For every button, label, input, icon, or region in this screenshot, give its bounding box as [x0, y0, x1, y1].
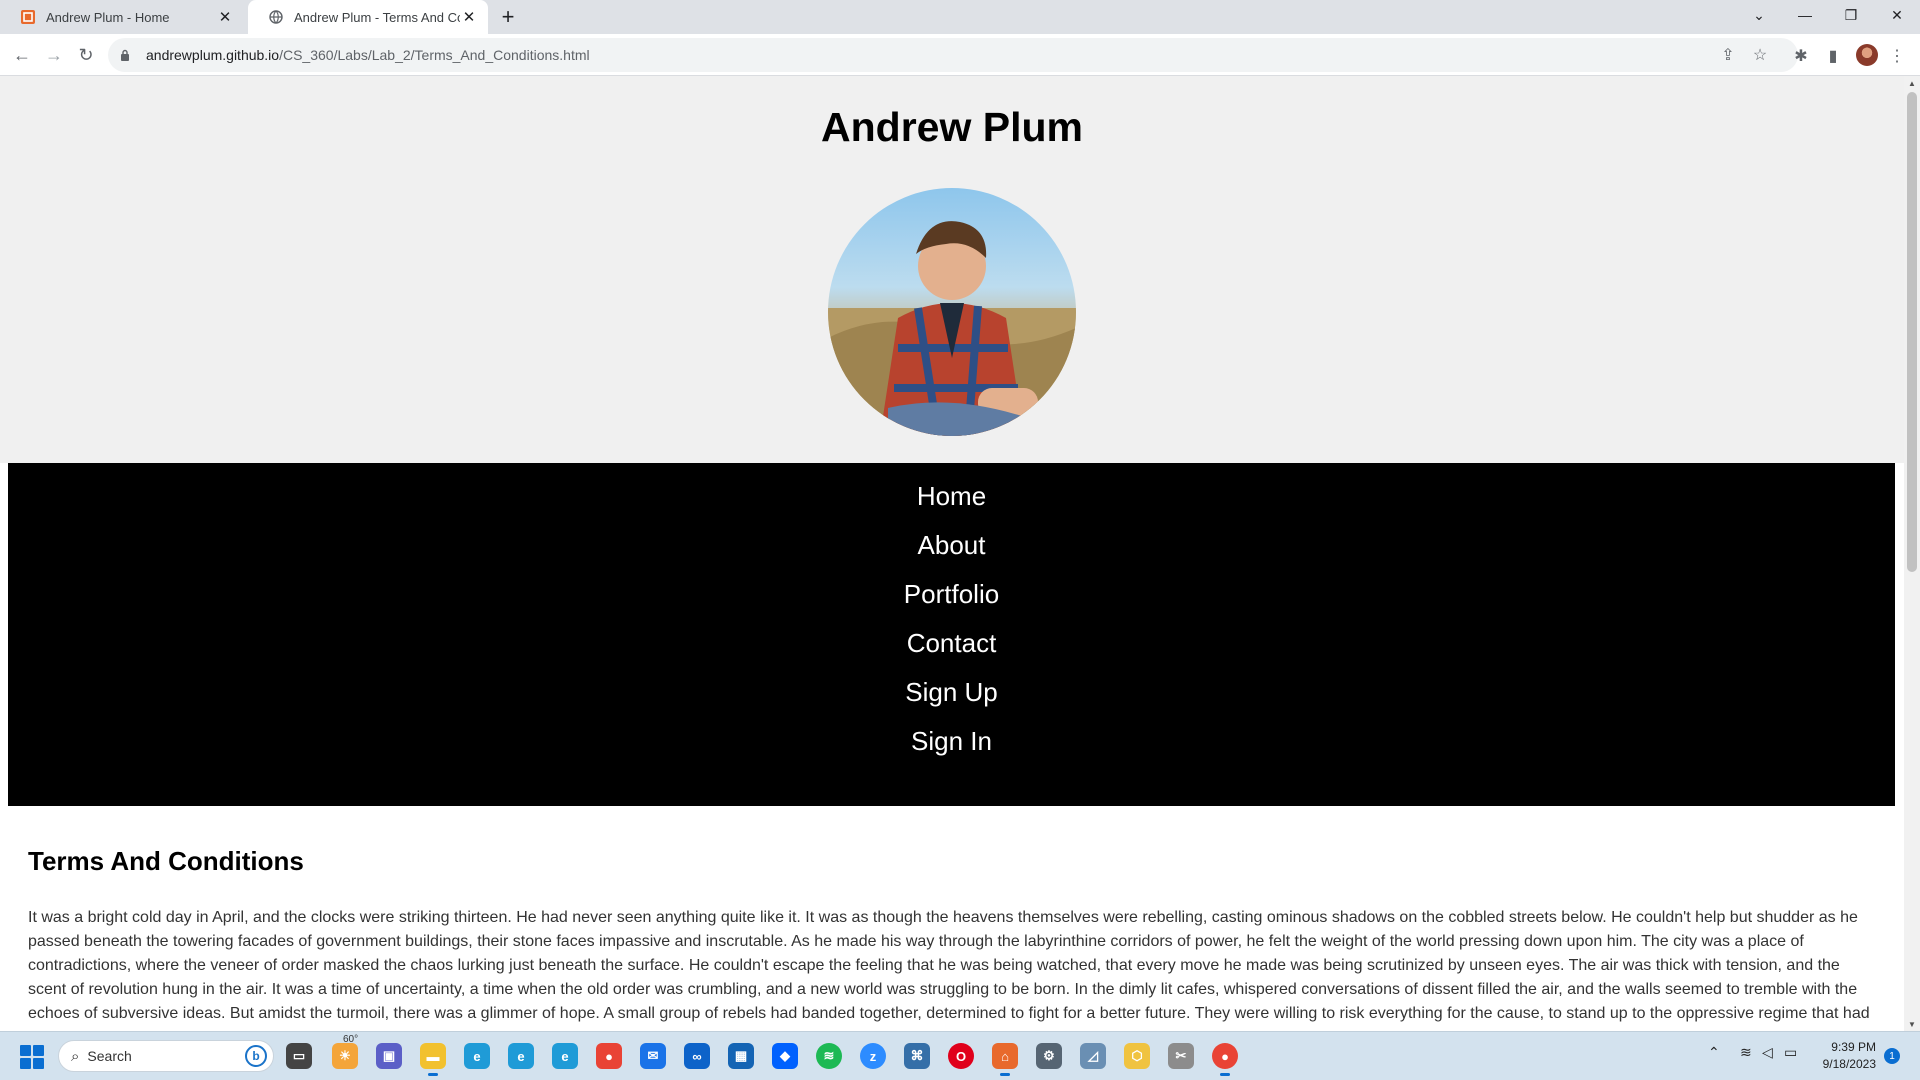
- settings-gear-icon[interactable]: ⚙: [1036, 1043, 1062, 1069]
- profile-photo: [828, 188, 1076, 436]
- terms-heading: Terms And Conditions: [28, 846, 304, 876]
- page-viewport: Andrew Plum Home About Portfolio Contact…: [0, 76, 1904, 1031]
- address-bar[interactable]: andrewplum.github.io/CS_360/Labs/Lab_2/T…: [108, 38, 1798, 72]
- clock-date: 9/18/2023: [1822, 1057, 1876, 1071]
- nav-contact[interactable]: Contact: [8, 628, 1895, 658]
- scroll-up-icon[interactable]: ▲: [1904, 76, 1920, 90]
- side-panel-icon[interactable]: ▮: [1822, 45, 1844, 67]
- search-icon: ⌕: [71, 1047, 80, 1065]
- nav-sign-in[interactable]: Sign In: [8, 726, 1895, 756]
- url-path: /CS_360/Labs/Lab_2/Terms_And_Conditions.…: [279, 47, 590, 63]
- teams-icon[interactable]: ▣: [376, 1043, 402, 1069]
- tab-title: Andrew Plum - Terms And Conditions: [294, 9, 460, 25]
- file-explorer-icon[interactable]: ▬: [420, 1043, 446, 1076]
- edge-dev-icon[interactable]: e: [552, 1043, 578, 1069]
- menu-kebab-icon[interactable]: ⋮: [1886, 45, 1908, 67]
- bookmark-star-icon[interactable]: ☆: [1748, 43, 1772, 67]
- opera-icon[interactable]: O: [948, 1043, 974, 1069]
- chevron-up-icon[interactable]: ⌃: [1708, 1044, 1720, 1061]
- html5-icon: [20, 9, 36, 25]
- globe-icon: [268, 9, 284, 25]
- visual-studio-icon[interactable]: ∞: [684, 1043, 710, 1069]
- edge-icon[interactable]: e: [464, 1043, 490, 1069]
- virtualbox-icon[interactable]: ⬡: [1124, 1043, 1150, 1069]
- battery-icon[interactable]: ▭: [1784, 1044, 1797, 1061]
- profile-avatar[interactable]: [1856, 44, 1878, 66]
- mail-icon[interactable]: ✉: [640, 1043, 666, 1069]
- site-title: Andrew Plum: [821, 104, 1083, 150]
- close-icon[interactable]: ✕: [216, 8, 234, 26]
- restore-icon[interactable]: ❐: [1828, 0, 1874, 30]
- system-clock[interactable]: 9:39 PM 9/18/2023: [1812, 1039, 1876, 1073]
- snipping-tool-icon[interactable]: ✂: [1168, 1043, 1194, 1069]
- terms-paragraph: It was a bright cold day in April, and t…: [28, 909, 1870, 1022]
- spotify-icon[interactable]: ≋: [816, 1043, 842, 1069]
- main-nav: Home About Portfolio Contact Sign Up Sig…: [8, 463, 1895, 806]
- browser-toolbar: ← → ↻ andrewplum.github.io/CS_360/Labs/L…: [0, 34, 1920, 76]
- chrome-active-icon[interactable]: ●: [1212, 1043, 1238, 1076]
- nav-home[interactable]: Home: [8, 481, 1895, 511]
- edge-beta-icon[interactable]: e: [508, 1043, 534, 1069]
- store-icon[interactable]: ▦: [728, 1043, 754, 1069]
- close-window-icon[interactable]: ✕: [1874, 0, 1920, 30]
- scroll-thumb[interactable]: [1907, 92, 1917, 572]
- chevron-down-icon[interactable]: ⌄: [1736, 0, 1782, 30]
- minimize-icon[interactable]: —: [1782, 0, 1828, 30]
- tab-title: Andrew Plum - Home: [46, 9, 170, 25]
- dropbox-icon[interactable]: ◆: [772, 1043, 798, 1069]
- reload-icon[interactable]: ↻: [72, 41, 100, 69]
- volume-icon[interactable]: ◁: [1762, 1044, 1773, 1061]
- forward-icon[interactable]: →: [40, 41, 68, 69]
- zoom-icon[interactable]: z: [860, 1043, 886, 1069]
- share-icon[interactable]: ⇪: [1716, 43, 1740, 67]
- extensions-icon[interactable]: ✱: [1790, 45, 1812, 67]
- site-header: Andrew Plum: [0, 76, 1904, 463]
- python-icon[interactable]: ⌘: [904, 1043, 930, 1069]
- chrome-icon[interactable]: ●: [596, 1043, 622, 1069]
- taskbar-search[interactable]: ⌕ Search b: [58, 1040, 274, 1072]
- weather-icon[interactable]: ☀: [332, 1043, 358, 1069]
- windows-start-icon[interactable]: [20, 1045, 44, 1069]
- performance-monitor-icon[interactable]: ◿: [1080, 1043, 1106, 1069]
- browser-tab-strip: Andrew Plum - Home ✕ Andrew Plum - Terms…: [0, 0, 1920, 34]
- nav-sign-up[interactable]: Sign Up: [8, 677, 1895, 707]
- url-host: andrewplum.github.io: [146, 47, 280, 63]
- notification-badge[interactable]: 1: [1884, 1048, 1900, 1064]
- task-view-icon[interactable]: ▭: [286, 1043, 312, 1069]
- bing-icon[interactable]: b: [245, 1045, 267, 1067]
- page-scrollbar[interactable]: ▲ ▼: [1904, 76, 1920, 1031]
- nav-portfolio[interactable]: Portfolio: [8, 579, 1895, 609]
- lock-icon: [120, 49, 134, 61]
- clock-time: 9:39 PM: [1831, 1040, 1876, 1054]
- back-icon[interactable]: ←: [8, 41, 36, 69]
- scroll-down-icon[interactable]: ▼: [1904, 1017, 1920, 1031]
- wifi-icon[interactable]: ≋: [1740, 1044, 1752, 1061]
- html-editor-icon[interactable]: ⌂: [992, 1043, 1018, 1076]
- terms-section: Terms And Conditions It was a bright col…: [28, 846, 1873, 1026]
- tab-terms[interactable]: Andrew Plum - Terms And Conditions ✕: [248, 0, 488, 34]
- weather-temp: 60°: [343, 1034, 359, 1045]
- search-placeholder: Search: [87, 1048, 132, 1064]
- close-icon[interactable]: ✕: [460, 8, 478, 26]
- tab-home[interactable]: Andrew Plum - Home ✕: [0, 0, 244, 34]
- new-tab-button[interactable]: +: [496, 4, 520, 29]
- nav-about[interactable]: About: [8, 530, 1895, 560]
- taskbar: ⌕ Search b ▭ ☀ 60° ▣ ▬ e e e ● ✉ ∞ ▦ ◆ ≋…: [0, 1031, 1920, 1080]
